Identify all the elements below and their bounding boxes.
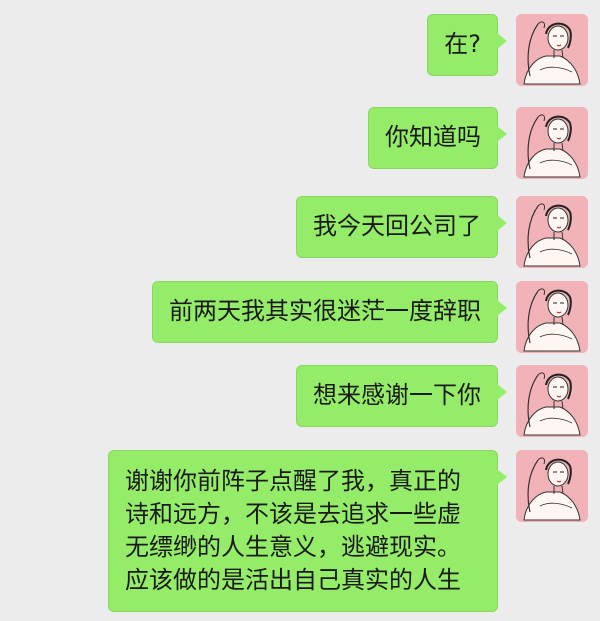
avatar-icon[interactable] (516, 365, 588, 437)
avatar-icon[interactable] (516, 196, 588, 268)
message-row: 你知道吗 (368, 107, 588, 179)
message-row: 谢谢你前阵子点醒了我，真正的 诗和远方，不该是去追求一些虚 无缥缈的人生意义，逃… (108, 450, 588, 612)
message-bubble[interactable]: 在? (427, 14, 507, 76)
message-line: 应该做的是活出自己真实的人生 (125, 566, 461, 594)
message-line: 谢谢你前阵子点醒了我，真正的 (125, 467, 461, 495)
avatar-icon[interactable] (516, 107, 588, 179)
message-row: 前两天我其实很迷茫一度辞职 (152, 281, 588, 353)
message-line: 无缥缈的人生意义，逃避现实。 (125, 533, 461, 561)
message-row: 我今天回公司了 (296, 196, 588, 268)
message-bubble[interactable]: 想来感谢一下你 (296, 365, 507, 427)
message-bubble[interactable]: 前两天我其实很迷茫一度辞职 (152, 281, 507, 343)
message-line: 诗和远方，不该是去追求一些虚 (125, 500, 461, 528)
message-row: 想来感谢一下你 (296, 365, 588, 437)
avatar-icon[interactable] (516, 450, 588, 522)
message-bubble[interactable]: 谢谢你前阵子点醒了我，真正的 诗和远方，不该是去追求一些虚 无缥缈的人生意义，逃… (108, 450, 507, 612)
avatar-icon[interactable] (516, 281, 588, 353)
chat-area: 在? 你知道吗 我今天回公司了 前两天我其实很迷茫一度辞职 想来感谢一下你 谢谢… (0, 0, 600, 621)
avatar-icon[interactable] (516, 14, 588, 86)
message-bubble[interactable]: 我今天回公司了 (296, 196, 507, 258)
message-row: 在? (427, 14, 588, 86)
message-bubble[interactable]: 你知道吗 (368, 107, 507, 169)
